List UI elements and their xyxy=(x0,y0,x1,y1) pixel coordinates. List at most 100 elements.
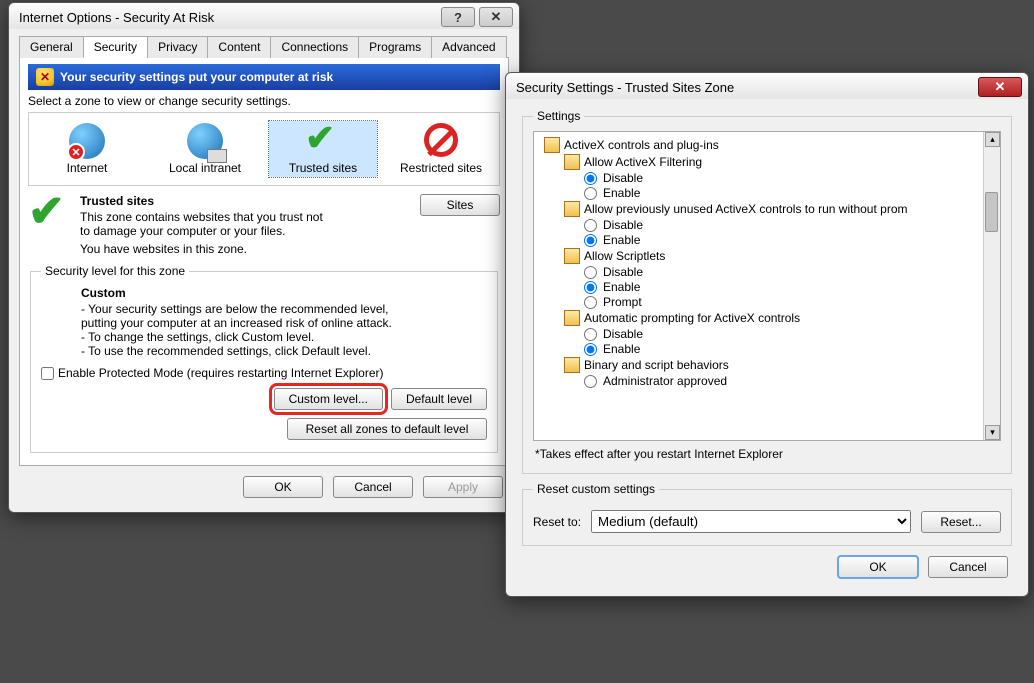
tree-option[interactable]: Prompt xyxy=(584,295,994,309)
help-button[interactable]: ? xyxy=(441,7,475,27)
zone-internet[interactable]: ✕ Internet xyxy=(33,121,141,177)
tree-category: Allow ActiveX Filtering xyxy=(564,154,994,170)
tree-category-label: Allow ActiveX Filtering xyxy=(584,155,702,169)
tree-option[interactable]: Disable xyxy=(584,265,994,279)
tree-option[interactable]: Enable xyxy=(584,233,994,247)
tree-category: Allow Scriptlets xyxy=(564,248,994,264)
io-body: General Security Privacy Content Connect… xyxy=(9,29,519,512)
warning-text: Your security settings put your computer… xyxy=(60,70,333,84)
tree-category-label: Binary and script behaviors xyxy=(584,358,729,372)
sites-button[interactable]: Sites xyxy=(420,194,500,216)
tab-content[interactable]: Content xyxy=(207,36,271,58)
tree-option[interactable]: Administrator approved xyxy=(584,374,994,388)
option-label: Prompt xyxy=(603,295,642,309)
option-radio[interactable] xyxy=(584,328,597,341)
default-level-button[interactable]: Default level xyxy=(391,388,487,410)
custom-level-button[interactable]: Custom level... xyxy=(274,388,383,410)
zone-trusted-sites-label: Trusted sites xyxy=(271,161,375,175)
vertical-scrollbar[interactable]: ▴ ▾ xyxy=(983,132,1000,440)
trusted-desc2: You have websites in this zone. xyxy=(80,242,382,256)
reset-to-combo[interactable]: Medium (default) xyxy=(591,510,911,533)
tab-privacy[interactable]: Privacy xyxy=(147,36,208,58)
ss-dialog-buttons: OK Cancel xyxy=(520,546,1014,582)
settings-tree[interactable]: ▴ ▾ ActiveX controls and plug-ins Allow A… xyxy=(533,131,1001,441)
option-label: Enable xyxy=(603,186,640,200)
tree-option[interactable]: Disable xyxy=(584,327,994,341)
reset-button[interactable]: Reset... xyxy=(921,511,1001,533)
ss-ok-button[interactable]: OK xyxy=(838,556,918,578)
io-ok-button[interactable]: OK xyxy=(243,476,323,498)
ss-title: Security Settings - Trusted Sites Zone xyxy=(516,80,734,95)
tree-category-label: Allow previously unused ActiveX controls… xyxy=(584,202,908,216)
option-radio[interactable] xyxy=(584,343,597,356)
level-buttons: Custom level... Default level xyxy=(41,388,487,410)
tab-security[interactable]: Security xyxy=(83,36,148,58)
tree-category-label: ActiveX controls and plug-ins xyxy=(564,138,719,152)
scroll-up-icon[interactable]: ▴ xyxy=(985,132,1000,147)
category-icon xyxy=(564,201,580,217)
zone-local-intranet[interactable]: Local intranet xyxy=(151,121,259,177)
tree-option[interactable]: Disable xyxy=(584,171,994,185)
ss-cancel-button[interactable]: Cancel xyxy=(928,556,1008,578)
security-tab-panel: ✕ Your security settings put your comput… xyxy=(19,58,509,466)
custom-block: Custom - Your security settings are belo… xyxy=(81,286,487,358)
tab-programs[interactable]: Programs xyxy=(358,36,432,58)
io-tabs: General Security Privacy Content Connect… xyxy=(19,35,509,58)
tree-option[interactable]: Enable xyxy=(584,280,994,294)
option-radio[interactable] xyxy=(584,375,597,388)
option-radio[interactable] xyxy=(584,219,597,232)
internet-globe-icon: ✕ xyxy=(69,123,105,159)
tab-advanced[interactable]: Advanced xyxy=(431,36,506,58)
category-icon xyxy=(564,248,580,264)
ss-close-button[interactable]: ✕ xyxy=(978,77,1022,97)
zone-local-intranet-label: Local intranet xyxy=(153,161,257,175)
ss-window-controls: ✕ xyxy=(978,77,1022,97)
zone-internet-label: Internet xyxy=(35,161,139,175)
tree-category-label: Allow Scriptlets xyxy=(584,249,665,263)
zone-restricted-sites[interactable]: Restricted sites xyxy=(387,121,495,177)
io-cancel-button[interactable]: Cancel xyxy=(333,476,413,498)
trusted-desc1: This zone contains websites that you tru… xyxy=(80,210,330,238)
option-label: Disable xyxy=(603,171,643,185)
tree-option[interactable]: Disable xyxy=(584,218,994,232)
scroll-thumb[interactable] xyxy=(985,192,998,232)
trusted-check-icon xyxy=(305,123,341,159)
custom-line2: - To change the settings, click Custom l… xyxy=(81,330,487,344)
protected-mode-checkbox[interactable] xyxy=(41,367,54,380)
tab-connections[interactable]: Connections xyxy=(270,36,359,58)
category-icon xyxy=(564,357,580,373)
option-label: Enable xyxy=(603,280,640,294)
option-label: Enable xyxy=(603,342,640,356)
tree-category-label: Automatic prompting for ActiveX controls xyxy=(584,311,800,325)
io-titlebar: Internet Options - Security At Risk ? ✕ xyxy=(9,3,519,29)
scroll-down-icon[interactable]: ▾ xyxy=(985,425,1000,440)
io-window-controls: ? ✕ xyxy=(441,7,513,27)
intranet-globe-icon xyxy=(187,123,223,159)
reset-all-row: Reset all zones to default level xyxy=(41,418,487,440)
option-radio[interactable] xyxy=(584,187,597,200)
security-warning-bar: ✕ Your security settings put your comput… xyxy=(28,64,500,90)
category-icon xyxy=(564,310,580,326)
restricted-no-icon xyxy=(423,123,459,159)
internet-options-window: Internet Options - Security At Risk ? ✕ … xyxy=(8,2,520,513)
tab-general[interactable]: General xyxy=(19,36,84,58)
security-level-group: Security level for this zone Custom - Yo… xyxy=(30,264,498,453)
option-radio[interactable] xyxy=(584,172,597,185)
security-level-legend: Security level for this zone xyxy=(41,264,189,278)
option-radio[interactable] xyxy=(584,296,597,309)
reset-all-zones-button[interactable]: Reset all zones to default level xyxy=(287,418,487,440)
tree-option[interactable]: Enable xyxy=(584,186,994,200)
option-radio[interactable] xyxy=(584,281,597,294)
reset-custom-group: Reset custom settings Reset to: Medium (… xyxy=(522,482,1012,546)
close-button[interactable]: ✕ xyxy=(479,7,513,27)
option-radio[interactable] xyxy=(584,234,597,247)
io-apply-button[interactable]: Apply xyxy=(423,476,503,498)
option-label: Disable xyxy=(603,218,643,232)
trusted-large-check-icon xyxy=(28,194,72,256)
select-zone-label: Select a zone to view or change security… xyxy=(28,94,500,108)
protected-mode-label: Enable Protected Mode (requires restarti… xyxy=(58,366,384,380)
option-label: Disable xyxy=(603,265,643,279)
option-radio[interactable] xyxy=(584,266,597,279)
tree-option[interactable]: Enable xyxy=(584,342,994,356)
zone-trusted-sites[interactable]: Trusted sites xyxy=(269,121,377,177)
